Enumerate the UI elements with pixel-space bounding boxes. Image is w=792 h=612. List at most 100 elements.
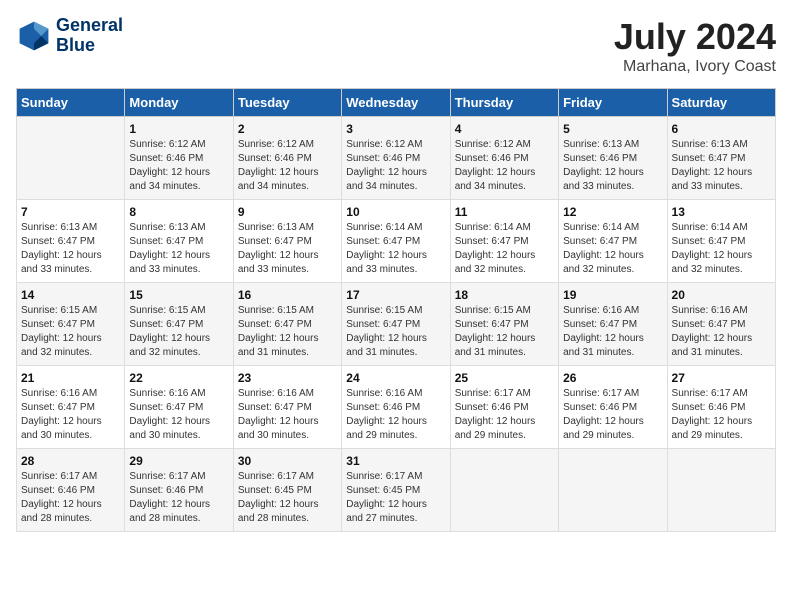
day-number: 27 bbox=[672, 371, 771, 385]
day-info: Sunrise: 6:17 AMSunset: 6:46 PMDaylight:… bbox=[563, 387, 662, 443]
calendar-cell: 9Sunrise: 6:13 AMSunset: 6:47 PMDaylight… bbox=[233, 200, 341, 283]
calendar-cell: 5 Sunrise: 6:13 AMSunset: 6:46 PMDaylight… bbox=[559, 117, 667, 200]
day-info: Sunrise: 6:12 AMSunset: 6:46 PMDaylight:… bbox=[346, 138, 445, 194]
day-info: Sunrise: 6:12 AMSunset: 6:46 PMDaylight:… bbox=[238, 138, 337, 194]
day-info: Sunrise: 6:16 AMSunset: 6:47 PMDaylight:… bbox=[129, 387, 228, 443]
day-number: 21 bbox=[21, 371, 120, 385]
calendar-cell: 4 Sunrise: 6:12 AMSunset: 6:46 PMDaylight… bbox=[450, 117, 558, 200]
calendar-cell: 17 Sunrise: 6:15 AMSunset: 6:47 PMDayligh… bbox=[342, 283, 450, 366]
calendar-cell: 12 Sunrise: 6:14 AMSunset: 6:47 PMDayligh… bbox=[559, 200, 667, 283]
header-day-friday: Friday bbox=[559, 89, 667, 117]
header-day-wednesday: Wednesday bbox=[342, 89, 450, 117]
day-info: Sunrise: 6:13 AMSunset: 6:47 PMDaylight:… bbox=[672, 138, 771, 194]
day-number: 17 bbox=[346, 288, 445, 302]
calendar-cell: 3Sunrise: 6:12 AMSunset: 6:46 PMDaylight… bbox=[342, 117, 450, 200]
calendar-cell: 8 Sunrise: 6:13 AMSunset: 6:47 PMDaylight… bbox=[125, 200, 233, 283]
day-number: 15 bbox=[129, 288, 228, 302]
day-info: Sunrise: 6:13 AMSunset: 6:47 PMDaylight:… bbox=[21, 221, 120, 277]
day-number: 26 bbox=[563, 371, 662, 385]
day-info: Sunrise: 6:15 AMSunset: 6:47 PMDaylight:… bbox=[238, 304, 337, 360]
header-day-monday: Monday bbox=[125, 89, 233, 117]
page-header: General Blue July 2024 Marhana, Ivory Co… bbox=[16, 16, 776, 76]
calendar-cell: 6Sunrise: 6:13 AMSunset: 6:47 PMDaylight… bbox=[667, 117, 775, 200]
calendar-cell: 27 Sunrise: 6:17 AMSunset: 6:46 PMDayligh… bbox=[667, 366, 775, 449]
calendar-week-row: 21 Sunrise: 6:16 AMSunset: 6:47 PMDayligh… bbox=[17, 366, 776, 449]
day-number: 18 bbox=[455, 288, 554, 302]
calendar-cell: 23 Sunrise: 6:16 AMSunset: 6:47 PMDayligh… bbox=[233, 366, 341, 449]
calendar-cell: 16 Sunrise: 6:15 AMSunset: 6:47 PMDayligh… bbox=[233, 283, 341, 366]
day-number: 20 bbox=[672, 288, 771, 302]
calendar-week-row: 28 Sunrise: 6:17 AMSunset: 6:46 PMDayligh… bbox=[17, 449, 776, 532]
day-number: 29 bbox=[129, 454, 228, 468]
day-number: 25 bbox=[455, 371, 554, 385]
day-info: Sunrise: 6:15 AMSunset: 6:47 PMDaylight:… bbox=[455, 304, 554, 360]
subtitle: Marhana, Ivory Coast bbox=[614, 58, 776, 76]
calendar-cell: 21 Sunrise: 6:16 AMSunset: 6:47 PMDayligh… bbox=[17, 366, 125, 449]
header-day-thursday: Thursday bbox=[450, 89, 558, 117]
calendar-cell bbox=[450, 449, 558, 532]
calendar-cell: 19 Sunrise: 6:16 AMSunset: 6:47 PMDayligh… bbox=[559, 283, 667, 366]
calendar-cell: 29 Sunrise: 6:17 AMSunset: 6:46 PMDayligh… bbox=[125, 449, 233, 532]
day-info: Sunrise: 6:16 AMSunset: 6:47 PMDaylight:… bbox=[563, 304, 662, 360]
day-info: Sunrise: 6:13 AMSunset: 6:47 PMDaylight:… bbox=[238, 221, 337, 277]
calendar-cell bbox=[17, 117, 125, 200]
day-info: Sunrise: 6:16 AMSunset: 6:46 PMDaylight:… bbox=[346, 387, 445, 443]
logo: General Blue bbox=[16, 16, 123, 56]
day-info: Sunrise: 6:16 AMSunset: 6:47 PMDaylight:… bbox=[672, 304, 771, 360]
day-info: Sunrise: 6:17 AMSunset: 6:46 PMDaylight:… bbox=[129, 470, 228, 526]
day-info: Sunrise: 6:12 AMSunset: 6:46 PMDaylight:… bbox=[455, 138, 554, 194]
day-number: 24 bbox=[346, 371, 445, 385]
header-day-sunday: Sunday bbox=[17, 89, 125, 117]
day-info: Sunrise: 6:16 AMSunset: 6:47 PMDaylight:… bbox=[21, 387, 120, 443]
day-info: Sunrise: 6:17 AMSunset: 6:46 PMDaylight:… bbox=[672, 387, 771, 443]
day-info: Sunrise: 6:15 AMSunset: 6:47 PMDaylight:… bbox=[346, 304, 445, 360]
calendar-cell: 13Sunrise: 6:14 AMSunset: 6:47 PMDayligh… bbox=[667, 200, 775, 283]
day-info: Sunrise: 6:12 AMSunset: 6:46 PMDaylight:… bbox=[129, 138, 228, 194]
day-info: Sunrise: 6:16 AMSunset: 6:47 PMDaylight:… bbox=[238, 387, 337, 443]
day-number: 4 bbox=[455, 122, 554, 136]
day-number: 2 bbox=[238, 122, 337, 136]
day-info: Sunrise: 6:14 AMSunset: 6:47 PMDaylight:… bbox=[346, 221, 445, 277]
day-number: 23 bbox=[238, 371, 337, 385]
calendar-week-row: 14Sunrise: 6:15 AMSunset: 6:47 PMDayligh… bbox=[17, 283, 776, 366]
day-number: 8 bbox=[129, 205, 228, 219]
day-number: 28 bbox=[21, 454, 120, 468]
calendar-cell: 11 Sunrise: 6:14 AMSunset: 6:47 PMDayligh… bbox=[450, 200, 558, 283]
calendar-header-row: SundayMondayTuesdayWednesdayThursdayFrid… bbox=[17, 89, 776, 117]
calendar-cell: 2 Sunrise: 6:12 AMSunset: 6:46 PMDaylight… bbox=[233, 117, 341, 200]
calendar-cell: 31Sunrise: 6:17 AMSunset: 6:45 PMDayligh… bbox=[342, 449, 450, 532]
day-number: 12 bbox=[563, 205, 662, 219]
day-number: 30 bbox=[238, 454, 337, 468]
day-number: 19 bbox=[563, 288, 662, 302]
day-info: Sunrise: 6:15 AMSunset: 6:47 PMDaylight:… bbox=[129, 304, 228, 360]
day-info: Sunrise: 6:13 AMSunset: 6:46 PMDaylight:… bbox=[563, 138, 662, 194]
day-number: 11 bbox=[455, 205, 554, 219]
calendar-cell: 15 Sunrise: 6:15 AMSunset: 6:47 PMDayligh… bbox=[125, 283, 233, 366]
calendar-cell: 24 Sunrise: 6:16 AMSunset: 6:46 PMDayligh… bbox=[342, 366, 450, 449]
calendar-cell: 10 Sunrise: 6:14 AMSunset: 6:47 PMDayligh… bbox=[342, 200, 450, 283]
day-number: 22 bbox=[129, 371, 228, 385]
header-day-tuesday: Tuesday bbox=[233, 89, 341, 117]
day-info: Sunrise: 6:17 AMSunset: 6:45 PMDaylight:… bbox=[346, 470, 445, 526]
calendar-cell: 25 Sunrise: 6:17 AMSunset: 6:46 PMDayligh… bbox=[450, 366, 558, 449]
day-number: 10 bbox=[346, 205, 445, 219]
title-area: July 2024 Marhana, Ivory Coast bbox=[614, 16, 776, 76]
calendar-week-row: 1Sunrise: 6:12 AMSunset: 6:46 PMDaylight… bbox=[17, 117, 776, 200]
day-info: Sunrise: 6:14 AMSunset: 6:47 PMDaylight:… bbox=[563, 221, 662, 277]
header-day-saturday: Saturday bbox=[667, 89, 775, 117]
calendar-week-row: 7Sunrise: 6:13 AMSunset: 6:47 PMDaylight… bbox=[17, 200, 776, 283]
calendar-cell: 18 Sunrise: 6:15 AMSunset: 6:47 PMDayligh… bbox=[450, 283, 558, 366]
day-info: Sunrise: 6:17 AMSunset: 6:46 PMDaylight:… bbox=[455, 387, 554, 443]
day-info: Sunrise: 6:17 AMSunset: 6:45 PMDaylight:… bbox=[238, 470, 337, 526]
logo-icon bbox=[16, 18, 52, 54]
day-number: 16 bbox=[238, 288, 337, 302]
day-info: Sunrise: 6:14 AMSunset: 6:47 PMDaylight:… bbox=[455, 221, 554, 277]
calendar-cell: 14Sunrise: 6:15 AMSunset: 6:47 PMDayligh… bbox=[17, 283, 125, 366]
calendar-cell: 22 Sunrise: 6:16 AMSunset: 6:47 PMDayligh… bbox=[125, 366, 233, 449]
day-number: 5 bbox=[563, 122, 662, 136]
calendar-cell: 20 Sunrise: 6:16 AMSunset: 6:47 PMDayligh… bbox=[667, 283, 775, 366]
calendar-cell bbox=[559, 449, 667, 532]
calendar-cell: 26 Sunrise: 6:17 AMSunset: 6:46 PMDayligh… bbox=[559, 366, 667, 449]
day-info: Sunrise: 6:13 AMSunset: 6:47 PMDaylight:… bbox=[129, 221, 228, 277]
calendar-cell: 28Sunrise: 6:17 AMSunset: 6:46 PMDayligh… bbox=[17, 449, 125, 532]
